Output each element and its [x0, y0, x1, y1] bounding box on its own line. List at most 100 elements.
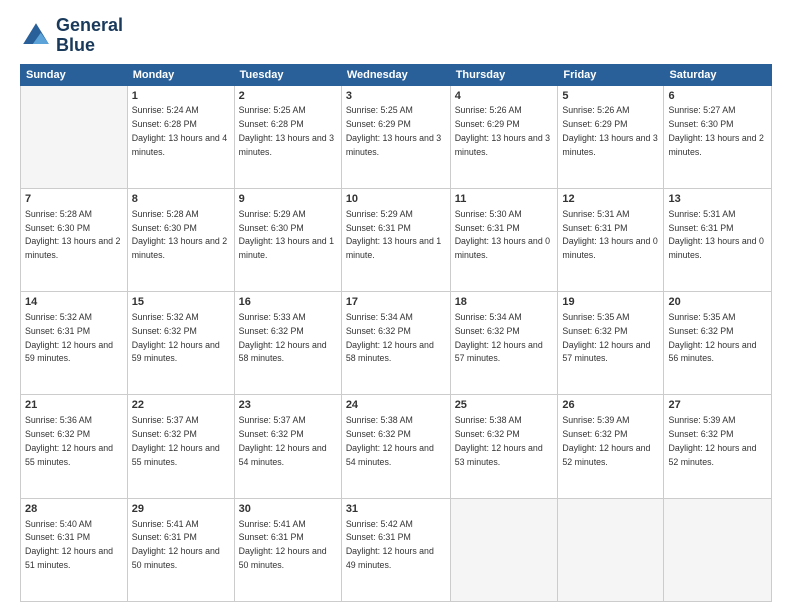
- day-info: Sunrise: 5:24 AMSunset: 6:28 PMDaylight:…: [132, 105, 227, 156]
- day-number: 21: [25, 398, 123, 413]
- day-number: 31: [346, 502, 446, 517]
- day-info: Sunrise: 5:34 AMSunset: 6:32 PMDaylight:…: [455, 312, 543, 363]
- day-cell: 21 Sunrise: 5:36 AMSunset: 6:32 PMDaylig…: [21, 395, 128, 498]
- day-info: Sunrise: 5:39 AMSunset: 6:32 PMDaylight:…: [668, 415, 756, 466]
- logo: General Blue: [20, 16, 123, 56]
- day-cell: 16 Sunrise: 5:33 AMSunset: 6:32 PMDaylig…: [234, 292, 341, 395]
- day-cell: [450, 498, 558, 601]
- day-number: 14: [25, 295, 123, 310]
- page: General Blue SundayMondayTuesdayWednesda…: [0, 0, 792, 612]
- day-info: Sunrise: 5:27 AMSunset: 6:30 PMDaylight:…: [668, 105, 763, 156]
- day-number: 17: [346, 295, 446, 310]
- day-cell: 25 Sunrise: 5:38 AMSunset: 6:32 PMDaylig…: [450, 395, 558, 498]
- day-info: Sunrise: 5:42 AMSunset: 6:31 PMDaylight:…: [346, 519, 434, 570]
- day-cell: 8 Sunrise: 5:28 AMSunset: 6:30 PMDayligh…: [127, 188, 234, 291]
- day-number: 27: [668, 398, 767, 413]
- day-cell: 15 Sunrise: 5:32 AMSunset: 6:32 PMDaylig…: [127, 292, 234, 395]
- day-number: 11: [455, 192, 554, 207]
- day-cell: 10 Sunrise: 5:29 AMSunset: 6:31 PMDaylig…: [341, 188, 450, 291]
- day-number: 20: [668, 295, 767, 310]
- day-cell: 1 Sunrise: 5:24 AMSunset: 6:28 PMDayligh…: [127, 85, 234, 188]
- week-row-1: 1 Sunrise: 5:24 AMSunset: 6:28 PMDayligh…: [21, 85, 772, 188]
- day-cell: 2 Sunrise: 5:25 AMSunset: 6:28 PMDayligh…: [234, 85, 341, 188]
- day-info: Sunrise: 5:39 AMSunset: 6:32 PMDaylight:…: [562, 415, 650, 466]
- day-number: 13: [668, 192, 767, 207]
- day-cell: 11 Sunrise: 5:30 AMSunset: 6:31 PMDaylig…: [450, 188, 558, 291]
- day-number: 16: [239, 295, 337, 310]
- day-cell: 18 Sunrise: 5:34 AMSunset: 6:32 PMDaylig…: [450, 292, 558, 395]
- day-info: Sunrise: 5:34 AMSunset: 6:32 PMDaylight:…: [346, 312, 434, 363]
- day-info: Sunrise: 5:40 AMSunset: 6:31 PMDaylight:…: [25, 519, 113, 570]
- day-number: 19: [562, 295, 659, 310]
- day-cell: [21, 85, 128, 188]
- day-number: 7: [25, 192, 123, 207]
- day-info: Sunrise: 5:37 AMSunset: 6:32 PMDaylight:…: [132, 415, 220, 466]
- day-cell: 23 Sunrise: 5:37 AMSunset: 6:32 PMDaylig…: [234, 395, 341, 498]
- day-number: 1: [132, 89, 230, 104]
- day-cell: 26 Sunrise: 5:39 AMSunset: 6:32 PMDaylig…: [558, 395, 664, 498]
- day-cell: 24 Sunrise: 5:38 AMSunset: 6:32 PMDaylig…: [341, 395, 450, 498]
- week-row-2: 7 Sunrise: 5:28 AMSunset: 6:30 PMDayligh…: [21, 188, 772, 291]
- col-header-saturday: Saturday: [664, 64, 772, 85]
- day-number: 5: [562, 89, 659, 104]
- calendar-table: SundayMondayTuesdayWednesdayThursdayFrid…: [20, 64, 772, 602]
- day-number: 12: [562, 192, 659, 207]
- day-cell: 3 Sunrise: 5:25 AMSunset: 6:29 PMDayligh…: [341, 85, 450, 188]
- week-row-3: 14 Sunrise: 5:32 AMSunset: 6:31 PMDaylig…: [21, 292, 772, 395]
- day-info: Sunrise: 5:28 AMSunset: 6:30 PMDaylight:…: [132, 209, 227, 260]
- col-header-friday: Friday: [558, 64, 664, 85]
- day-cell: 14 Sunrise: 5:32 AMSunset: 6:31 PMDaylig…: [21, 292, 128, 395]
- day-info: Sunrise: 5:31 AMSunset: 6:31 PMDaylight:…: [668, 209, 763, 260]
- day-number: 3: [346, 89, 446, 104]
- day-info: Sunrise: 5:25 AMSunset: 6:28 PMDaylight:…: [239, 105, 334, 156]
- day-cell: 29 Sunrise: 5:41 AMSunset: 6:31 PMDaylig…: [127, 498, 234, 601]
- day-info: Sunrise: 5:32 AMSunset: 6:31 PMDaylight:…: [25, 312, 113, 363]
- day-number: 24: [346, 398, 446, 413]
- day-number: 30: [239, 502, 337, 517]
- day-cell: 12 Sunrise: 5:31 AMSunset: 6:31 PMDaylig…: [558, 188, 664, 291]
- day-number: 9: [239, 192, 337, 207]
- day-cell: 6 Sunrise: 5:27 AMSunset: 6:30 PMDayligh…: [664, 85, 772, 188]
- day-info: Sunrise: 5:28 AMSunset: 6:30 PMDaylight:…: [25, 209, 120, 260]
- day-number: 15: [132, 295, 230, 310]
- calendar-header-row: SundayMondayTuesdayWednesdayThursdayFrid…: [21, 64, 772, 85]
- day-number: 8: [132, 192, 230, 207]
- day-number: 26: [562, 398, 659, 413]
- day-number: 23: [239, 398, 337, 413]
- col-header-monday: Monday: [127, 64, 234, 85]
- day-number: 25: [455, 398, 554, 413]
- day-info: Sunrise: 5:25 AMSunset: 6:29 PMDaylight:…: [346, 105, 441, 156]
- day-number: 22: [132, 398, 230, 413]
- day-info: Sunrise: 5:35 AMSunset: 6:32 PMDaylight:…: [562, 312, 650, 363]
- day-cell: 28 Sunrise: 5:40 AMSunset: 6:31 PMDaylig…: [21, 498, 128, 601]
- day-info: Sunrise: 5:30 AMSunset: 6:31 PMDaylight:…: [455, 209, 550, 260]
- day-info: Sunrise: 5:26 AMSunset: 6:29 PMDaylight:…: [455, 105, 550, 156]
- day-cell: 13 Sunrise: 5:31 AMSunset: 6:31 PMDaylig…: [664, 188, 772, 291]
- day-cell: [558, 498, 664, 601]
- day-info: Sunrise: 5:38 AMSunset: 6:32 PMDaylight:…: [346, 415, 434, 466]
- day-info: Sunrise: 5:32 AMSunset: 6:32 PMDaylight:…: [132, 312, 220, 363]
- day-number: 6: [668, 89, 767, 104]
- day-cell: 20 Sunrise: 5:35 AMSunset: 6:32 PMDaylig…: [664, 292, 772, 395]
- header: General Blue: [20, 16, 772, 56]
- day-cell: 17 Sunrise: 5:34 AMSunset: 6:32 PMDaylig…: [341, 292, 450, 395]
- day-info: Sunrise: 5:41 AMSunset: 6:31 PMDaylight:…: [239, 519, 327, 570]
- col-header-sunday: Sunday: [21, 64, 128, 85]
- day-cell: 31 Sunrise: 5:42 AMSunset: 6:31 PMDaylig…: [341, 498, 450, 601]
- day-info: Sunrise: 5:35 AMSunset: 6:32 PMDaylight:…: [668, 312, 756, 363]
- day-info: Sunrise: 5:26 AMSunset: 6:29 PMDaylight:…: [562, 105, 657, 156]
- day-info: Sunrise: 5:41 AMSunset: 6:31 PMDaylight:…: [132, 519, 220, 570]
- col-header-thursday: Thursday: [450, 64, 558, 85]
- day-cell: 27 Sunrise: 5:39 AMSunset: 6:32 PMDaylig…: [664, 395, 772, 498]
- week-row-5: 28 Sunrise: 5:40 AMSunset: 6:31 PMDaylig…: [21, 498, 772, 601]
- day-number: 18: [455, 295, 554, 310]
- day-number: 10: [346, 192, 446, 207]
- day-info: Sunrise: 5:29 AMSunset: 6:31 PMDaylight:…: [346, 209, 441, 260]
- logo-text: General Blue: [56, 16, 123, 56]
- day-cell: 5 Sunrise: 5:26 AMSunset: 6:29 PMDayligh…: [558, 85, 664, 188]
- day-cell: 30 Sunrise: 5:41 AMSunset: 6:31 PMDaylig…: [234, 498, 341, 601]
- col-header-wednesday: Wednesday: [341, 64, 450, 85]
- day-number: 29: [132, 502, 230, 517]
- col-header-tuesday: Tuesday: [234, 64, 341, 85]
- day-cell: [664, 498, 772, 601]
